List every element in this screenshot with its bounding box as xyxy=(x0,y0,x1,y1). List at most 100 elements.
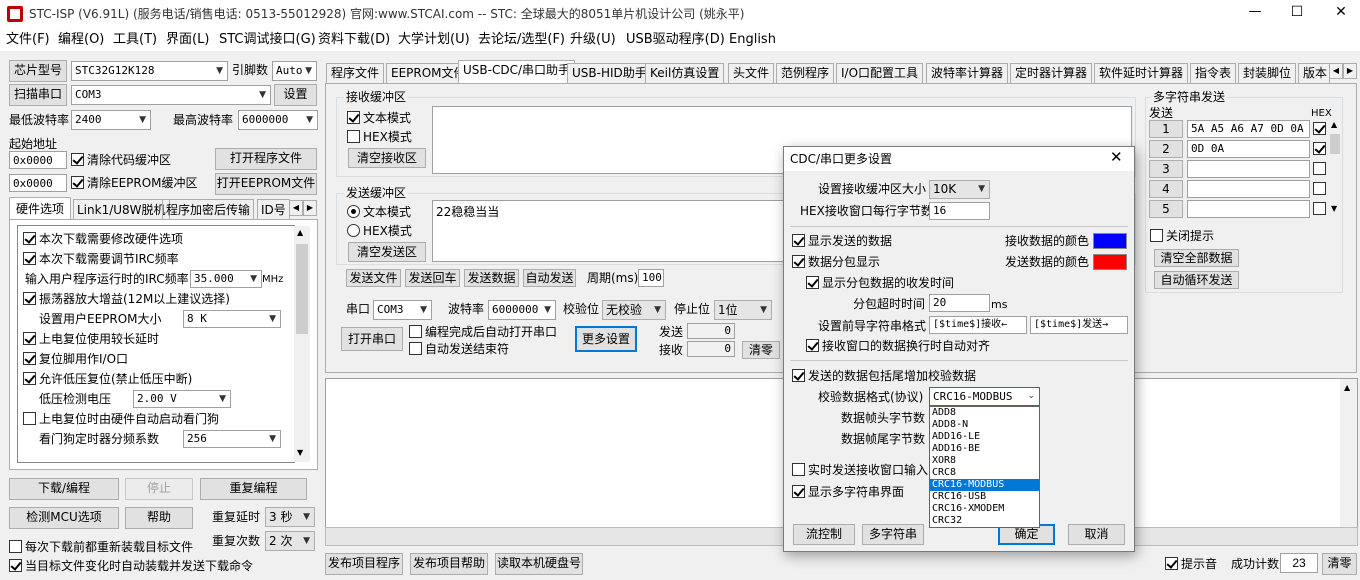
min-baud-select[interactable]: 2400 ▼ xyxy=(71,110,151,130)
scan-port-button[interactable]: 扫描串口 xyxy=(9,84,67,106)
multi-send-button[interactable]: 3 xyxy=(1149,160,1183,178)
checksum-format-select[interactable]: CRC16-MODBUS ⌄ xyxy=(929,387,1040,406)
assistant-baud-select[interactable]: 6000000 ▼ xyxy=(488,300,556,320)
close-button[interactable]: ✕ xyxy=(1326,4,1356,20)
watchdog-div-select[interactable]: 256 ▼ xyxy=(183,430,281,448)
eeprom-size-select[interactable]: 8 K ▼ xyxy=(183,310,281,328)
maximize-button[interactable]: ☐ xyxy=(1282,4,1312,20)
multi-hex-checkbox[interactable] xyxy=(1313,162,1329,176)
clear-recv-button[interactable]: 清空接收区 xyxy=(348,148,426,168)
tab-scroll-right[interactable]: ▶ xyxy=(303,200,317,216)
sound-checkbox[interactable]: 提示音 xyxy=(1165,557,1217,571)
menu-program[interactable]: 编程(O) xyxy=(58,31,104,49)
packet-timeout-input[interactable]: 20 xyxy=(929,294,990,312)
recv-buffer-size-select[interactable]: 10K ▼ xyxy=(929,180,990,199)
tab-keil[interactable]: Keil仿真设置 xyxy=(645,63,725,83)
add-checksum-checkbox[interactable]: 发送的数据包括尾增加校验数据 xyxy=(792,369,976,383)
show-sent-checkbox[interactable]: 显示发送的数据 xyxy=(792,234,892,248)
opt-watchdog[interactable]: 上电复位时由硬件自动启动看门狗 xyxy=(23,412,219,426)
pin-count-select[interactable]: Auto ▼ xyxy=(272,61,317,81)
checksum-option[interactable]: CRC32 xyxy=(930,515,1039,527)
multi-hex-checkbox[interactable] xyxy=(1313,122,1329,136)
open-program-file-button[interactable]: 打开程序文件 xyxy=(215,148,317,170)
multi-string-button[interactable]: 多字符串 xyxy=(862,524,924,545)
port-settings-button[interactable]: 设置 xyxy=(274,84,317,106)
hex-bytes-input[interactable]: 16 xyxy=(929,202,990,220)
flow-control-button[interactable]: 流控制 xyxy=(793,524,855,545)
menu-usb-driver[interactable]: USB驱动程序(D) xyxy=(626,31,725,49)
opt-oscillator-gain[interactable]: 振荡器放大增益(12M以上建议选择) xyxy=(23,292,230,306)
multi-send-button[interactable]: 5 xyxy=(1149,200,1183,218)
checksum-option[interactable]: CRC8 xyxy=(930,467,1039,479)
menu-upgrade[interactable]: 升级(U) xyxy=(570,31,616,49)
checksum-option[interactable]: CRC16-MODBUS xyxy=(930,479,1039,491)
check-mcu-button[interactable]: 检测MCU选项 xyxy=(9,507,119,529)
tab-version[interactable]: 版本 xyxy=(1298,63,1330,83)
tab-header-file[interactable]: 头文件 xyxy=(728,63,775,83)
more-settings-button[interactable]: 更多设置 xyxy=(575,326,637,352)
start-address-1[interactable]: 0x0000 xyxy=(9,151,67,169)
checksum-option[interactable]: CRC16-USB xyxy=(930,491,1039,503)
checksum-option[interactable]: ADD8 xyxy=(930,407,1039,419)
download-program-button[interactable]: 下载/编程 xyxy=(9,478,119,500)
tab-scroll-left[interactable]: ◀ xyxy=(289,200,303,216)
main-tab-scroll-left[interactable]: ◀ xyxy=(1329,63,1343,79)
tab-program-file[interactable]: 程序文件 xyxy=(326,63,385,83)
tab-delay-calc[interactable]: 软件延时计算器 xyxy=(1094,63,1189,83)
repeat-program-button[interactable]: 重复编程 xyxy=(200,478,307,500)
clear-send-button[interactable]: 清空发送区 xyxy=(348,242,426,262)
clear-success-button[interactable]: 清零 xyxy=(1322,553,1357,575)
checksum-dropdown-list[interactable]: ADD8 ADD8-N ADD16-LE ADD16-BE XOR8 CRC8 CRC16-… xyxy=(929,406,1040,528)
dialog-close-icon[interactable]: ✕ xyxy=(1110,149,1123,165)
auto-end-checkbox[interactable]: 自动发送结束符 xyxy=(409,342,509,356)
period-input[interactable]: 100 xyxy=(638,269,664,287)
stop-bits-select[interactable]: 1位 ▼ xyxy=(714,300,772,320)
prefix-recv-input[interactable]: [$time$]接收← xyxy=(929,316,1027,334)
menu-forum[interactable]: 去论坛/选型(F) xyxy=(478,31,565,49)
packet-show-checkbox[interactable]: 数据分包显示 xyxy=(792,255,880,269)
chip-type-select[interactable]: STC32G12K128 ▼ xyxy=(71,61,228,81)
checksum-option[interactable]: CRC16-XMODEM xyxy=(930,503,1039,515)
low-voltage-select[interactable]: 2.00 V ▼ xyxy=(133,390,231,408)
repeat-delay-select[interactable]: 3 秒 ▼ xyxy=(265,507,315,527)
tab-encrypt[interactable]: 程序加密后传输 xyxy=(162,199,255,219)
clear-all-data-button[interactable]: 清空全部数据 xyxy=(1154,249,1239,267)
menu-debug[interactable]: STC调试接口(G) xyxy=(219,31,316,49)
multi-string-input[interactable]: 5A A5 A6 A7 0D 0A xyxy=(1187,120,1310,138)
options-scrollbar[interactable]: ▲ ▼ xyxy=(294,226,310,462)
chip-type-button[interactable]: 芯片型号 xyxy=(9,60,67,82)
multi-send-button[interactable]: 2 xyxy=(1149,140,1183,158)
auto-loop-send-button[interactable]: 自动循环发送 xyxy=(1154,271,1239,289)
output-scrollbar[interactable]: ▲ ▼ xyxy=(1340,379,1357,545)
tab-baud-calc[interactable]: 波特率计算器 xyxy=(926,63,1009,83)
tab-instructions[interactable]: 指令表 xyxy=(1190,63,1237,83)
menu-english[interactable]: English xyxy=(729,31,776,49)
scroll-down-icon[interactable]: ▼ xyxy=(1331,204,1337,213)
tab-usb-cdc[interactable]: USB-CDC/串口助手 xyxy=(458,60,576,84)
send-enter-button[interactable]: 发送回车 xyxy=(405,269,460,287)
start-address-2[interactable]: 0x0000 xyxy=(9,174,67,192)
clear-eeprom-checkbox[interactable]: 清除EEPROM缓冲区 xyxy=(71,176,198,190)
multi-string-input[interactable] xyxy=(1187,180,1310,198)
opt-adjust-irc[interactable]: 本次下载需要调节IRC频率 xyxy=(23,252,179,266)
tab-hardware[interactable]: 硬件选项 xyxy=(9,197,72,219)
scroll-up-icon[interactable]: ▲ xyxy=(297,228,303,237)
main-tab-scroll-right[interactable]: ▶ xyxy=(1343,63,1357,79)
tab-id[interactable]: ID号 xyxy=(257,199,290,219)
multi-hex-checkbox[interactable] xyxy=(1313,202,1329,216)
multi-string-input[interactable]: 0D 0A xyxy=(1187,140,1310,158)
show-multi-checkbox[interactable]: 显示多字符串界面 xyxy=(792,485,904,499)
multi-string-input[interactable] xyxy=(1187,160,1310,178)
multi-hex-checkbox[interactable] xyxy=(1313,182,1329,196)
close-hint-checkbox[interactable]: 关闭提示 xyxy=(1150,229,1214,243)
multi-scrollbar[interactable]: ▲ ▼ xyxy=(1328,120,1342,216)
send-text-mode[interactable]: 文本模式 xyxy=(347,205,411,219)
publish-help-button[interactable]: 发布项目帮助 xyxy=(410,553,488,575)
multi-send-button[interactable]: 1 xyxy=(1149,120,1183,138)
open-port-button[interactable]: 打开串口 xyxy=(341,327,403,351)
cancel-button[interactable]: 取消 xyxy=(1068,524,1125,545)
tab-io-config[interactable]: I/O口配置工具 xyxy=(836,63,924,83)
packet-time-checkbox[interactable]: 显示分包数据的收发时间 xyxy=(806,276,954,290)
multi-hex-checkbox[interactable] xyxy=(1313,142,1329,156)
stop-button[interactable]: 停止 xyxy=(125,478,193,500)
